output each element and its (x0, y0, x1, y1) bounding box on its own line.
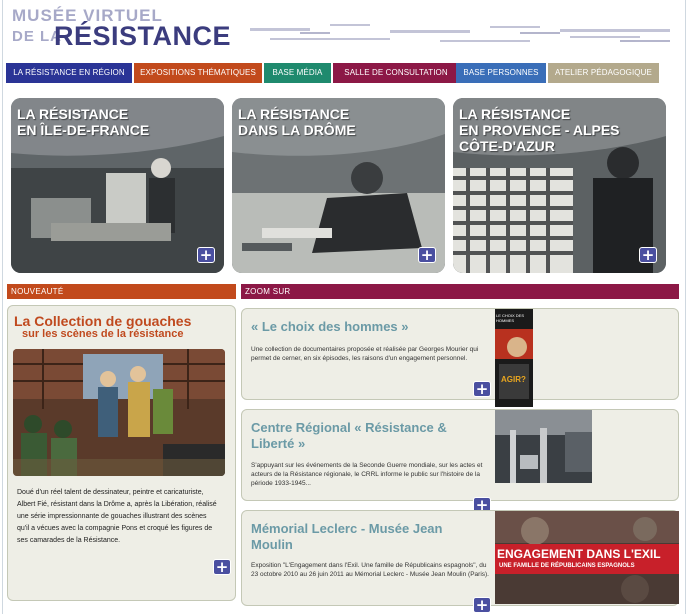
tab-salle-de-consultation[interactable]: SALLE DE CONSULTATION (333, 63, 459, 83)
region-title-line1: LA RÉSISTANCE (459, 106, 571, 122)
tab-base-media[interactable]: BASE MÉDIA (264, 63, 331, 83)
nouveaute-subtitle[interactable]: sur les scènes de la résistance (22, 328, 183, 340)
zoom-item-title[interactable]: Centre Régional « Résistance & Liberté » (251, 420, 486, 452)
region-plus-button[interactable]: + (197, 247, 215, 263)
zoom-item-image[interactable]: ENGAGEMENT DANS L'EXIL UNE FAMILLE DE RÉ… (495, 511, 679, 604)
site-logo[interactable]: MUSÉE VIRTUEL DE LA RÉSISTANCE (12, 6, 242, 54)
poster-title: ENGAGEMENT DANS L'EXIL (497, 547, 661, 561)
zoom-item-centre-regional: Centre Régional « Résistance & Liberté »… (241, 409, 679, 513)
region-title: LA RÉSISTANCE DANS LA DRÔME (238, 106, 356, 138)
zoom-item-description: S'appuyant sur les événements de la Seco… (251, 462, 483, 487)
zoom-item-description: Exposition "L'Engagement dans l'Exil. Un… (251, 562, 489, 578)
poster-subtitle: UNE FAMILLE DE RÉPUBLICAINS ESPAGNOLS (499, 563, 635, 569)
nouveaute-box: La Collection de gouaches sur les scènes… (7, 305, 236, 601)
nouveaute-plus-button[interactable]: + (213, 559, 231, 575)
region-title-line1: LA RÉSISTANCE (17, 106, 129, 122)
tab-atelier-pedagogique[interactable]: ATELIER PÉDAGOGIQUE (548, 63, 659, 83)
region-plus-button[interactable]: + (639, 247, 657, 263)
region-plus-button[interactable]: + (418, 247, 436, 263)
zoom-plus-button[interactable]: + (473, 381, 491, 397)
zoom-header: ZOOM SUR (241, 284, 679, 299)
dvd-cover (495, 309, 533, 407)
logo-line2b: RÉSISTANCE (54, 21, 232, 51)
tab-expositions-thematiques[interactable]: EXPOSITIONS THÉMATIQUES (134, 63, 262, 83)
region-drome[interactable]: LA RÉSISTANCE DANS LA DRÔME + (232, 98, 445, 273)
zoom-item-description: Une collection de documentaires proposée… (251, 346, 479, 362)
zoom-item-title[interactable]: Mémorial Leclerc - Musée Jean Moulin (251, 521, 486, 553)
nouveaute-title[interactable]: La Collection de gouaches (14, 313, 191, 329)
region-ile-de-france[interactable]: LA RÉSISTANCE EN ÎLE-DE-FRANCE + (11, 98, 224, 273)
zoom-item-title[interactable]: « Le choix des hommes » (251, 319, 486, 335)
tab-base-personnes[interactable]: BASE PERSONNES (456, 63, 546, 83)
nouveaute-header: NOUVEAUTÉ (7, 284, 236, 299)
region-title-line1: LA RÉSISTANCE (238, 106, 350, 122)
museum-interior-photo (495, 410, 592, 483)
region-title-line2: EN PROVENCE - ALPES (459, 122, 620, 138)
region-title-line3: CÔTE-D'AZUR (459, 138, 555, 154)
zoom-item-choix-des-hommes: « Le choix des hommes » Une collection d… (241, 308, 679, 407)
zoom-item-image[interactable] (495, 410, 592, 483)
zoom-item-memorial-leclerc: Mémorial Leclerc - Musée Jean Moulin Exp… (241, 510, 679, 613)
region-title-line2: DANS LA DRÔME (238, 122, 356, 138)
dvd-cover-title: LE CHOIX DES HOMMES (496, 313, 525, 323)
zoom-plus-button[interactable]: + (473, 597, 491, 613)
region-provence[interactable]: LA RÉSISTANCE EN PROVENCE - ALPES CÔTE-D… (453, 98, 666, 273)
gouache-image[interactable] (13, 349, 225, 476)
dvd-cover-word: AGIR? (501, 375, 526, 384)
region-title-line2: EN ÎLE-DE-FRANCE (17, 122, 150, 138)
nouveaute-description: Doué d'un réel talent de dessinateur, pe… (17, 489, 217, 544)
header-decoration (250, 24, 670, 42)
region-title: LA RÉSISTANCE EN ÎLE-DE-FRANCE (17, 106, 149, 138)
zoom-item-image[interactable]: LE CHOIX DES HOMMES AGIR? (495, 309, 533, 407)
gouache-illustration (13, 349, 225, 476)
region-title: LA RÉSISTANCE EN PROVENCE - ALPES CÔTE-D… (459, 106, 620, 154)
tab-resistance-en-region[interactable]: LA RÉSISTANCE EN RÉGION (6, 63, 132, 83)
